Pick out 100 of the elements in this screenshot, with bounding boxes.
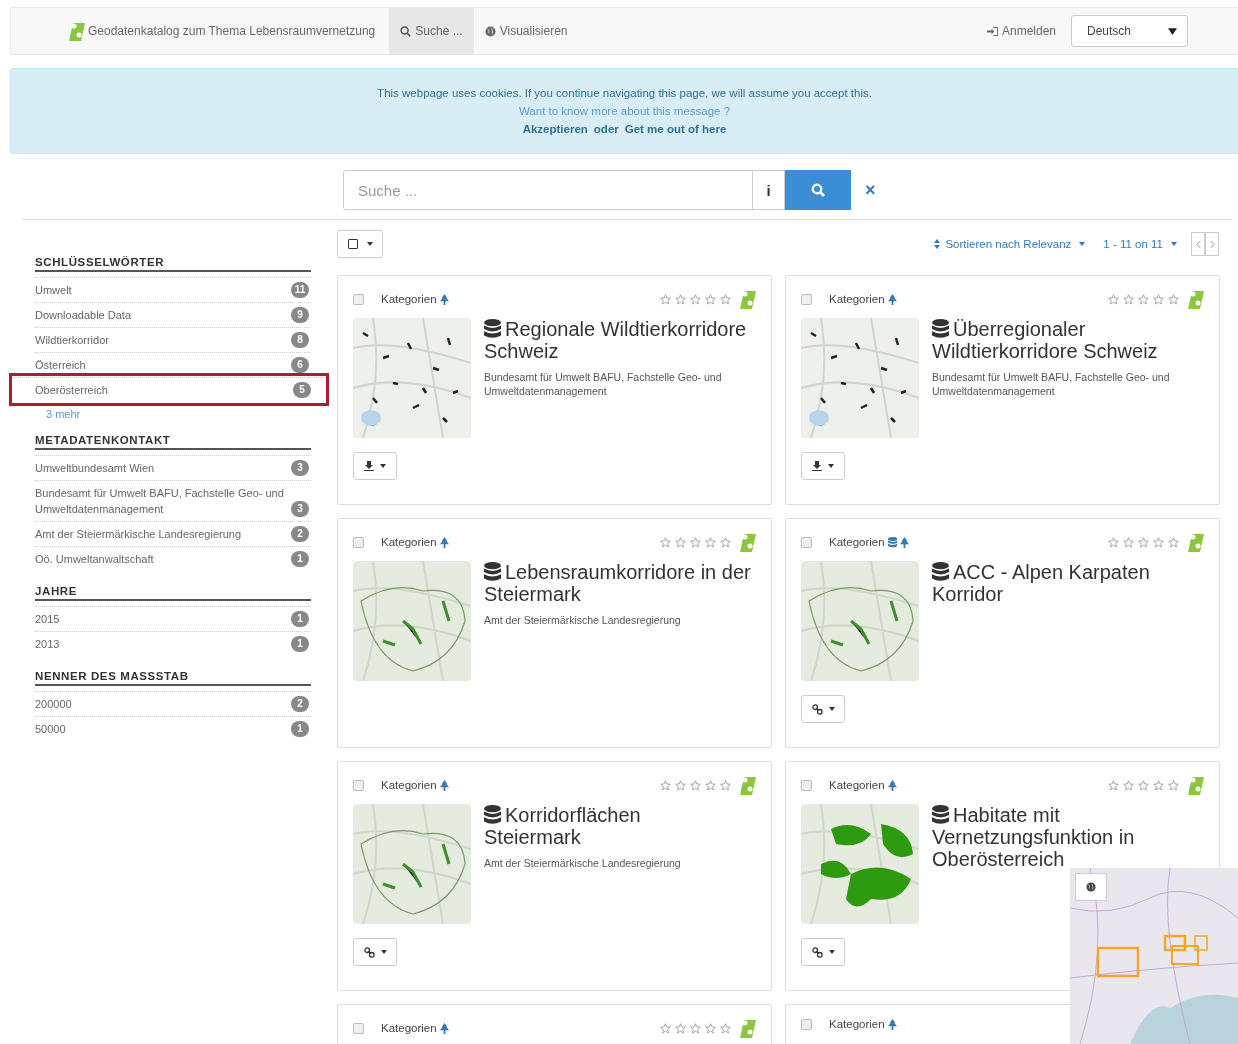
- facet-title: JAHRE: [35, 585, 311, 601]
- contact-text: Bundesamt für Umwelt BAFU, Fachstelle Geo- und Umweltdatenmanagement: [932, 370, 1171, 398]
- logo-icon: [740, 289, 756, 309]
- contact-text: Amt der Steiermärkische Landesregierung: [484, 613, 682, 627]
- chevron-right-icon: [1209, 239, 1215, 249]
- facet-item[interactable]: 200000 2: [35, 691, 311, 716]
- facet-item[interactable]: Wildtierkorridor 8: [35, 327, 311, 352]
- download-dropdown[interactable]: [353, 452, 397, 480]
- tree-icon: [439, 1022, 449, 1034]
- link-dropdown[interactable]: [801, 938, 845, 966]
- facet-item[interactable]: Bundesamt für Umwelt BAFU, Fachstelle Geo- und Umweltdatenmanagement 3: [35, 480, 311, 521]
- result-title[interactable]: Habitate mit Vernetzungsfunktion in Oberösterreich: [932, 804, 1204, 870]
- star-rating[interactable]: [1108, 536, 1179, 548]
- select-checkbox[interactable]: [801, 293, 812, 305]
- facet-item[interactable]: Amt der Steiermärkische Landesregierung 2: [35, 521, 311, 546]
- link-dropdown[interactable]: [801, 695, 845, 723]
- star-rating[interactable]: [660, 536, 731, 548]
- sort-icon: [934, 239, 941, 249]
- brand-link[interactable]: Geodatenkatalog zum Thema Lebensraumvernetzung: [69, 21, 376, 41]
- select-checkbox[interactable]: [353, 1022, 364, 1034]
- search-button[interactable]: [785, 170, 851, 210]
- search-icon: [811, 183, 825, 197]
- link-dropdown[interactable]: [353, 938, 397, 966]
- or-text: oder: [593, 123, 619, 135]
- globe-button[interactable]: [1075, 873, 1107, 901]
- facet-item[interactable]: 2015 1: [35, 606, 311, 631]
- search-field[interactable]: Suche ...: [343, 170, 753, 210]
- facet-title: NENNER DES MASSSTAB: [35, 670, 311, 686]
- star-icon: [1168, 536, 1179, 548]
- star-icon: [705, 293, 716, 305]
- result-title[interactable]: Regionale Wildtierkorridore Schweiz: [484, 318, 756, 362]
- previous-page-button[interactable]: [1191, 232, 1205, 256]
- category-label: Kategorien: [381, 779, 437, 791]
- facet-item[interactable]: Oö. Umweltanwaltschaft 1: [35, 546, 311, 571]
- facet-item[interactable]: Oberösterreich 5: [13, 377, 325, 402]
- leave-link[interactable]: Get me out of here: [624, 123, 727, 135]
- tree-icon: [439, 293, 449, 305]
- login-link[interactable]: Anmelden: [975, 8, 1067, 54]
- star-icon: [720, 293, 731, 305]
- facet-item[interactable]: 50000 1: [35, 716, 311, 741]
- select-checkbox[interactable]: [353, 536, 364, 548]
- result-title[interactable]: Überregionaler Wildtierkorridore Schweiz: [932, 318, 1204, 362]
- count-badge: 3: [291, 501, 309, 517]
- star-icon: [1138, 779, 1149, 791]
- star-rating[interactable]: [1108, 779, 1179, 791]
- download-dropdown[interactable]: [801, 452, 845, 480]
- select-checkbox[interactable]: [801, 779, 812, 791]
- star-icon: [690, 293, 701, 305]
- facet-title: METADATENKONTAKT: [35, 434, 311, 450]
- database-icon: [932, 805, 949, 825]
- facet-item[interactable]: Österreich 6: [35, 352, 311, 377]
- result-title[interactable]: ACC - Alpen Karpaten Korridor: [932, 561, 1204, 605]
- star-rating[interactable]: [1108, 293, 1179, 305]
- database-icon: [484, 562, 501, 582]
- clear-button[interactable]: ×: [859, 178, 882, 202]
- download-icon: [812, 461, 822, 471]
- count-badge: 2: [291, 696, 309, 712]
- star-rating[interactable]: [660, 1022, 731, 1034]
- star-rating[interactable]: [660, 779, 731, 791]
- select-dropdown[interactable]: [337, 230, 383, 258]
- nav-link[interactable]: Visualisieren: [473, 8, 579, 54]
- count-badge: 1: [291, 551, 309, 567]
- facet-item[interactable]: 2013 1: [35, 631, 311, 656]
- info-button[interactable]: i: [753, 170, 785, 210]
- select-checkbox[interactable]: [801, 536, 812, 548]
- nav-link[interactable]: Suche ...: [389, 8, 474, 54]
- star-rating[interactable]: [660, 293, 731, 305]
- category-label: Kategorien: [381, 1022, 437, 1034]
- facet-item[interactable]: Downloadable Data 9: [35, 302, 311, 327]
- next-page-button[interactable]: [1205, 232, 1219, 256]
- facet-item[interactable]: Umwelt 11: [35, 277, 311, 302]
- star-icon: [720, 536, 731, 548]
- count-badge: 8: [291, 332, 309, 348]
- accept-link[interactable]: Akzeptieren: [522, 123, 588, 135]
- logo-icon: [740, 775, 756, 795]
- tree-icon: [439, 779, 449, 791]
- tree-icon: [887, 293, 897, 305]
- sort-dropdown[interactable]: Sortieren nach Relevanz: [934, 238, 1086, 250]
- select-checkbox[interactable]: [353, 779, 364, 791]
- link-icon: [363, 946, 375, 958]
- result-title[interactable]: Lebensraumkorridore in der Steiermark: [484, 561, 756, 605]
- select-checkbox[interactable]: [353, 293, 364, 305]
- count-badge: 3: [291, 460, 309, 476]
- category-label: Kategorien: [829, 293, 885, 305]
- logo-icon: [1188, 289, 1204, 309]
- star-icon: [705, 1022, 716, 1034]
- result-title[interactable]: Korridorflächen Steiermark: [484, 804, 722, 848]
- star-icon: [1168, 779, 1179, 791]
- star-icon: [720, 779, 731, 791]
- star-icon: [690, 536, 701, 548]
- language-select[interactable]: Deutsch: [1071, 15, 1188, 47]
- select-checkbox[interactable]: [801, 1018, 812, 1030]
- search-icon: [400, 25, 412, 37]
- pagination-dropdown[interactable]: 1 - 11 on 11: [1103, 238, 1177, 250]
- facet-item[interactable]: Umweltbundesamt Wien 3: [35, 455, 311, 480]
- tree-icon: [899, 536, 909, 548]
- link-icon: [811, 946, 823, 958]
- logo-icon: [1188, 532, 1204, 552]
- star-icon: [675, 1022, 686, 1034]
- database-icon: [484, 319, 501, 339]
